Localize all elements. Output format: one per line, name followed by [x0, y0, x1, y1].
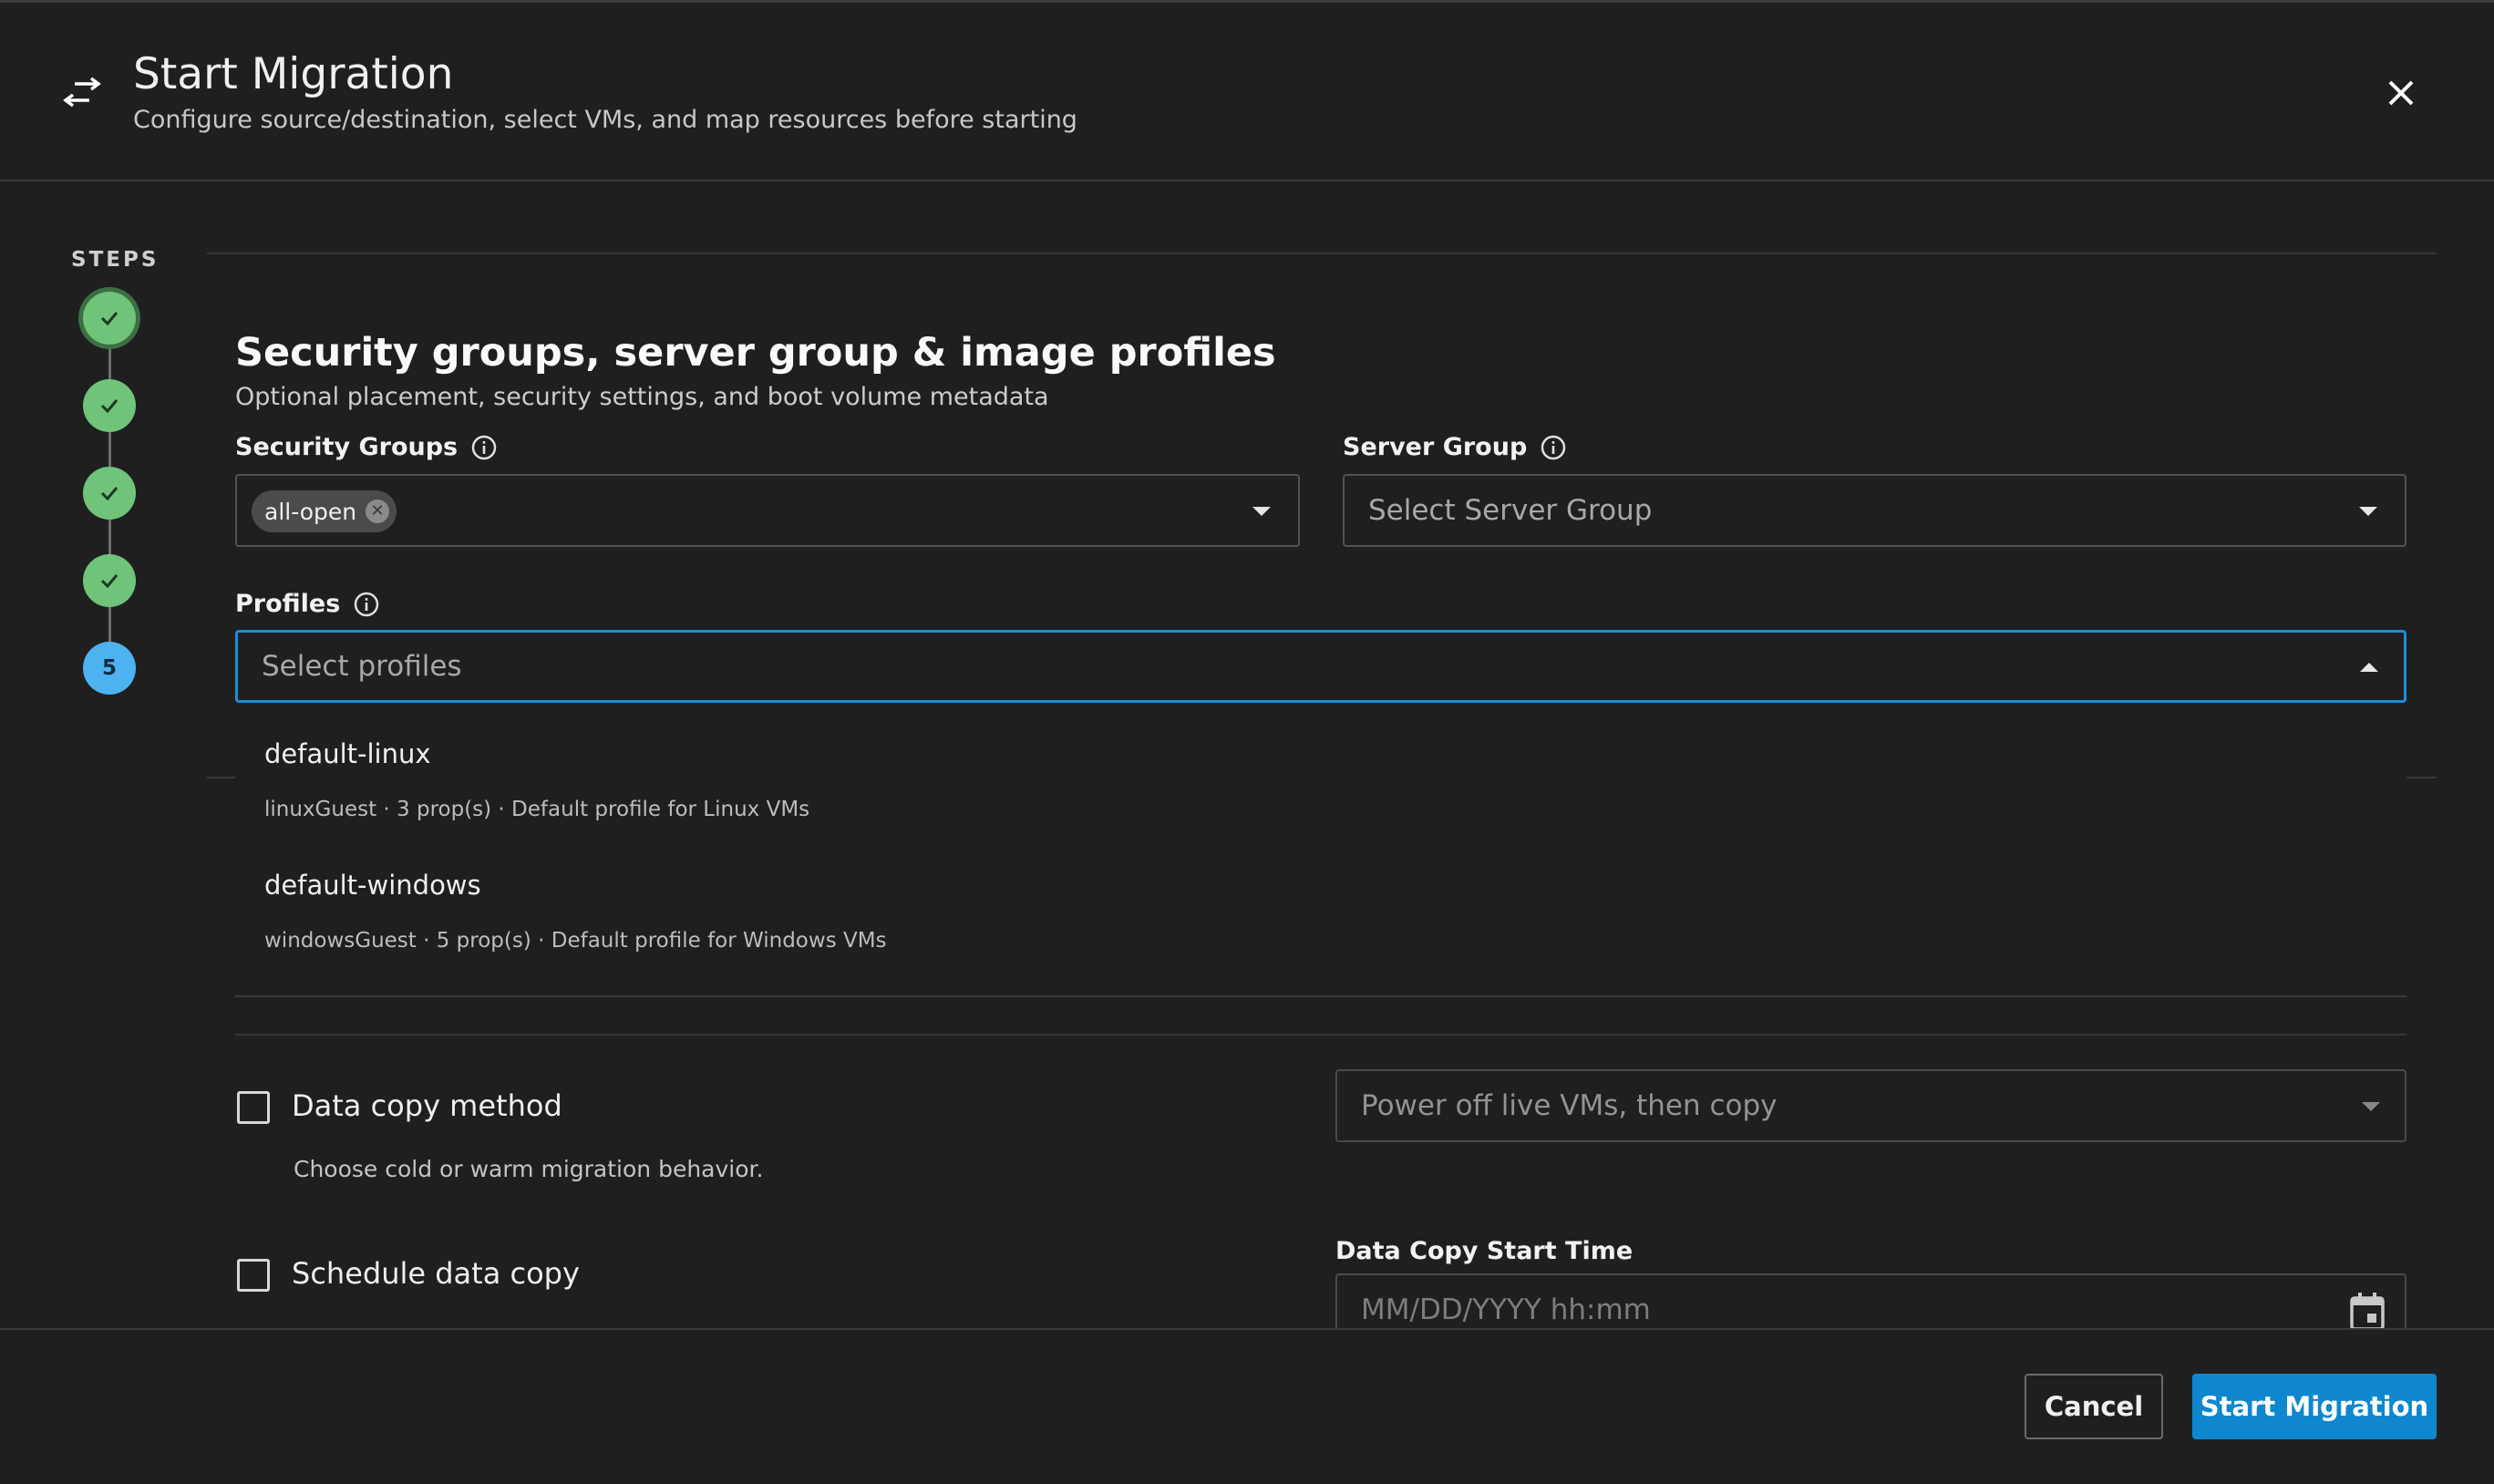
header-divider: [0, 180, 2494, 181]
data-copy-method-helper: Choose cold or warm migration behavior.: [294, 1156, 764, 1182]
info-icon[interactable]: [470, 434, 498, 461]
step-4-complete[interactable]: [83, 554, 136, 607]
section-subtitle: Optional placement, security settings, a…: [235, 383, 1049, 411]
data-copy-method-select[interactable]: Power off live VMs, then copy: [1335, 1069, 2406, 1142]
profiles-label: Profiles: [235, 590, 380, 618]
profiles-dropdown-menu: default-linux linuxGuest · 3 prop(s) · D…: [235, 720, 2406, 995]
profile-option-default-linux[interactable]: default-linux linuxGuest · 3 prop(s) · D…: [235, 720, 2406, 851]
info-icon[interactable]: [1540, 434, 1567, 461]
data-copy-method-checkbox[interactable]: [237, 1091, 270, 1124]
info-icon[interactable]: [353, 591, 380, 618]
calendar-icon[interactable]: [2349, 1292, 2386, 1332]
check-icon: [100, 574, 119, 589]
chevron-down-icon: [2362, 1102, 2380, 1111]
start-time-placeholder: MM/DD/YYYY hh:mm: [1361, 1293, 1651, 1326]
step-2-complete[interactable]: [83, 379, 136, 432]
profiles-label-text: Profiles: [235, 590, 341, 618]
security-group-chip: all-open ✕: [252, 490, 397, 532]
dropdown-bottom-border: [235, 995, 2406, 997]
arrows-swap-icon: [63, 77, 101, 108]
data-copy-method-label: Data copy method: [292, 1088, 562, 1123]
divider-fragment: [2406, 777, 2437, 778]
section-divider: [235, 1034, 2406, 1036]
security-groups-label-text: Security Groups: [235, 433, 459, 461]
server-group-select[interactable]: Select Server Group: [1343, 474, 2406, 547]
profiles-select[interactable]: Select profiles: [235, 630, 2406, 703]
profiles-placeholder: Select profiles: [262, 650, 462, 683]
server-group-placeholder: Select Server Group: [1368, 494, 1653, 527]
check-icon: [100, 487, 119, 501]
step-5-current[interactable]: 5: [83, 642, 136, 695]
profile-option-default-windows[interactable]: default-windows windowsGuest · 5 prop(s)…: [235, 851, 2406, 983]
content-top-divider: [207, 252, 2437, 254]
server-group-label: Server Group: [1343, 433, 1567, 461]
server-group-label-text: Server Group: [1343, 433, 1528, 461]
chevron-down-icon: [2359, 507, 2377, 516]
chip-label: all-open: [264, 498, 357, 525]
top-border: [0, 0, 2494, 3]
option-description: linuxGuest · 3 prop(s) · Default profile…: [264, 798, 810, 821]
steps-label: STEPS: [71, 248, 160, 272]
modal-subtitle: Configure source/destination, select VMs…: [133, 106, 1077, 134]
security-groups-label: Security Groups: [235, 433, 498, 461]
step-3-complete[interactable]: [83, 467, 136, 520]
schedule-data-copy-label: Schedule data copy: [292, 1256, 580, 1291]
option-title: default-windows: [264, 870, 481, 901]
option-description: windowsGuest · 5 prop(s) · Default profi…: [264, 929, 887, 953]
check-icon: [100, 312, 119, 326]
chevron-up-icon: [2360, 663, 2378, 672]
close-icon[interactable]: [2381, 73, 2421, 113]
cancel-button[interactable]: Cancel: [2025, 1374, 2163, 1439]
option-title: default-linux: [264, 738, 431, 769]
section-title: Security groups, server group & image pr…: [235, 330, 1276, 376]
security-groups-select[interactable]: all-open ✕: [235, 474, 1300, 547]
divider-fragment: [207, 777, 235, 778]
start-migration-button[interactable]: Start Migration: [2192, 1374, 2437, 1439]
modal-title: Start Migration: [133, 49, 454, 99]
schedule-data-copy-checkbox[interactable]: [237, 1259, 270, 1292]
check-icon: [100, 399, 119, 414]
remove-chip-icon[interactable]: ✕: [366, 500, 390, 523]
chevron-down-icon: [1252, 507, 1271, 516]
data-copy-start-time-label: Data Copy Start Time: [1335, 1237, 1633, 1265]
data-copy-method-value: Power off live VMs, then copy: [1361, 1089, 1778, 1122]
step-1-complete[interactable]: [83, 292, 136, 345]
